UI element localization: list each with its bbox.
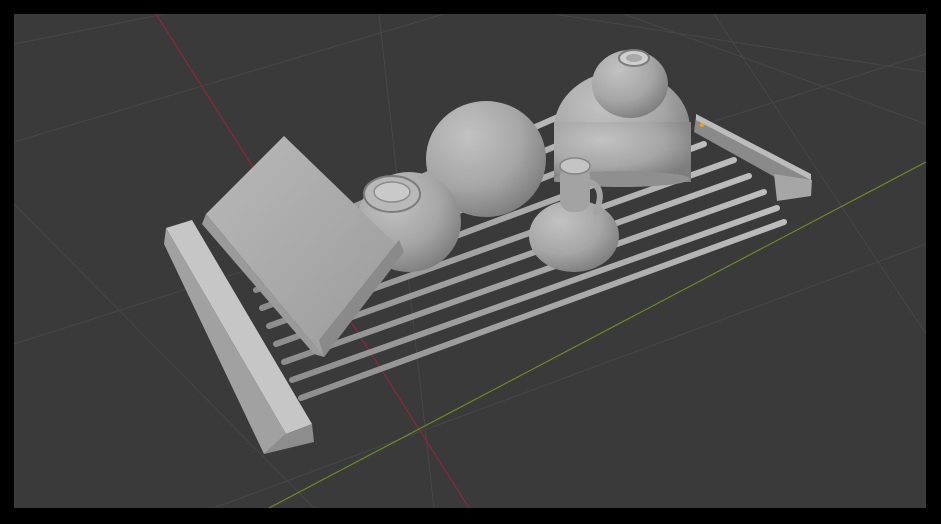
mug-rim bbox=[559, 157, 591, 175]
viewport-background bbox=[14, 14, 926, 508]
origin-marker bbox=[699, 122, 705, 128]
viewport-frame bbox=[0, 0, 941, 524]
3d-viewport[interactable] bbox=[14, 14, 926, 508]
viewport-canvas[interactable] bbox=[14, 14, 926, 508]
